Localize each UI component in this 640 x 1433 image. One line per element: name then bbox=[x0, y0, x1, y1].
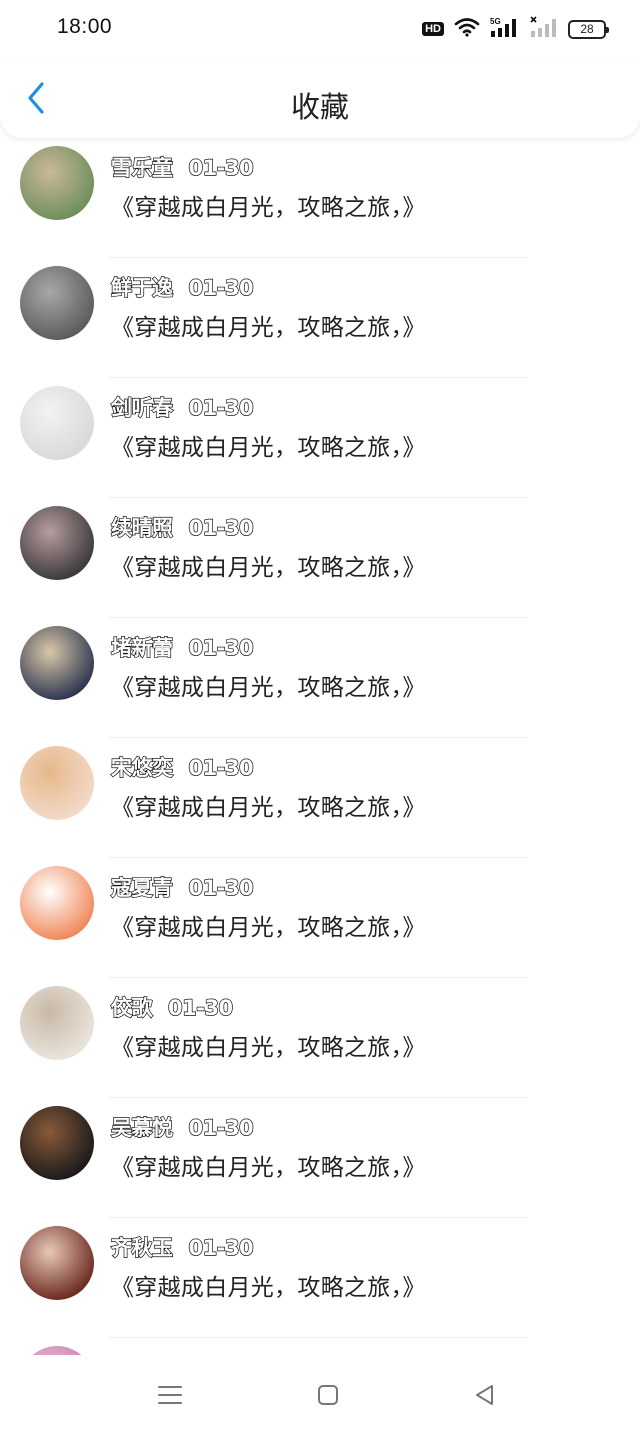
user-name: 佼歌 bbox=[110, 995, 153, 1020]
favorites-screen: 18:00 HD 5G 28 收藏 雪乐童 01-30 《穿越成白月光，攻略之旅… bbox=[0, 0, 640, 1433]
favorite-title: 《穿越成白月光，攻略之旅，》 bbox=[111, 1275, 426, 1301]
status-time: 18:00 bbox=[57, 15, 113, 38]
avatar[interactable] bbox=[20, 626, 94, 700]
status-bar: 18:00 HD 5G 28 bbox=[0, 0, 640, 58]
avatar[interactable] bbox=[20, 1226, 94, 1300]
favorite-item[interactable]: 吴慕悦 01-30 《穿越成白月光，攻略之旅，》 bbox=[0, 1098, 640, 1218]
avatar[interactable] bbox=[20, 746, 94, 820]
home-square-icon bbox=[318, 1385, 338, 1405]
favorite-title: 《穿越成白月光，攻略之旅，》 bbox=[111, 195, 426, 221]
avatar[interactable] bbox=[20, 386, 94, 460]
avatar[interactable] bbox=[20, 506, 94, 580]
favorite-item[interactable]: 剑听春 01-30 《穿越成白月光，攻略之旅，》 bbox=[0, 378, 640, 498]
favorite-date: 01-30 bbox=[188, 755, 255, 780]
favorite-date: 01-30 bbox=[188, 515, 255, 540]
avatar[interactable] bbox=[20, 1346, 94, 1355]
favorite-item[interactable]: 齐秋玉 01-30 《穿越成白月光，攻略之旅，》 bbox=[0, 1218, 640, 1338]
name-line: 佼歌 01-30 bbox=[110, 992, 234, 1022]
name-line: 寇夏青 01-30 bbox=[110, 872, 255, 902]
name-line: 鲜于逸 01-30 bbox=[110, 272, 255, 302]
favorite-date: 01-30 bbox=[188, 875, 255, 900]
favorite-item[interactable]: 续晴照 01-30 《穿越成白月光，攻略之旅，》 bbox=[0, 498, 640, 618]
favorite-title: 《穿越成白月光，攻略之旅，》 bbox=[111, 795, 426, 821]
avatar[interactable] bbox=[20, 866, 94, 940]
favorite-date: 01-30 bbox=[188, 1115, 255, 1140]
favorite-item[interactable]: 宋悠奕 01-30 《穿越成白月光，攻略之旅，》 bbox=[0, 738, 640, 858]
user-name: 寇夏青 bbox=[110, 875, 173, 900]
name-line: 续晴照 01-30 bbox=[110, 512, 255, 542]
menu-icon bbox=[158, 1386, 182, 1404]
home-button[interactable] bbox=[310, 1379, 346, 1411]
favorite-title: 《穿越成白月光，攻略之旅，》 bbox=[111, 675, 426, 701]
favorite-item[interactable]: 佼歌 01-30 《穿越成白月光，攻略之旅，》 bbox=[0, 978, 640, 1098]
name-line: 齐秋玉 01-30 bbox=[110, 1232, 255, 1262]
status-icons: HD 5G 28 bbox=[422, 16, 609, 42]
favorite-title: 《穿越成白月光，攻略之旅，》 bbox=[111, 1155, 426, 1181]
favorite-date: 01-30 bbox=[188, 635, 255, 660]
battery-icon: 28 bbox=[568, 19, 609, 39]
back-triangle-icon bbox=[476, 1385, 493, 1405]
user-name: 剑听春 bbox=[110, 395, 173, 420]
favorite-date: 01-30 bbox=[188, 155, 255, 180]
avatar[interactable] bbox=[20, 146, 94, 220]
hd-icon: HD bbox=[422, 22, 444, 36]
wifi-icon bbox=[454, 17, 480, 41]
user-name: 吴慕悦 bbox=[110, 1115, 173, 1140]
user-name: 雪乐童 bbox=[110, 155, 173, 180]
user-name: 宋悠奕 bbox=[110, 755, 173, 780]
favorite-item[interactable]: 雪乐童 01-30 《穿越成白月光，攻略之旅，》 bbox=[0, 138, 640, 258]
favorite-title: 《穿越成白月光，攻略之旅，》 bbox=[111, 915, 426, 941]
name-line: 堵新蕾 01-30 bbox=[110, 632, 255, 662]
user-name: 续晴照 bbox=[110, 515, 173, 540]
favorite-title: 《穿越成白月光，攻略之旅，》 bbox=[111, 1035, 426, 1061]
favorite-date: 01-30 bbox=[167, 995, 234, 1020]
name-line: 剑听春 01-30 bbox=[110, 392, 255, 422]
network-label: 5G bbox=[490, 17, 501, 26]
signal-5g-icon: 5G bbox=[490, 16, 520, 42]
favorite-item[interactable]: 鲜于逸 01-30 《穿越成白月光，攻略之旅，》 bbox=[0, 258, 640, 378]
name-line: 吴慕悦 01-30 bbox=[110, 1112, 255, 1142]
avatar[interactable] bbox=[20, 266, 94, 340]
favorite-title: 《穿越成白月光，攻略之旅，》 bbox=[111, 315, 426, 341]
system-nav-bar bbox=[0, 1355, 640, 1433]
signal-icon bbox=[530, 16, 558, 42]
back-nav-button[interactable] bbox=[467, 1379, 503, 1411]
menu-button[interactable] bbox=[152, 1379, 188, 1411]
user-name: 鲜于逸 bbox=[110, 275, 173, 300]
name-line: 宋悠奕 01-30 bbox=[110, 752, 255, 782]
favorite-item[interactable]: 寇夏青 01-30 《穿越成白月光，攻略之旅，》 bbox=[0, 858, 640, 978]
favorite-item[interactable] bbox=[0, 1338, 640, 1355]
name-line: 雪乐童 01-30 bbox=[110, 152, 255, 182]
page-title: 收藏 bbox=[290, 90, 349, 124]
favorites-list: 雪乐童 01-30 《穿越成白月光，攻略之旅，》 鲜于逸 01-30 《穿越成白月光，攻略… bbox=[0, 138, 640, 1355]
user-name: 齐秋玉 bbox=[110, 1235, 173, 1260]
avatar[interactable] bbox=[20, 986, 94, 1060]
favorite-item[interactable]: 堵新蕾 01-30 《穿越成白月光，攻略之旅，》 bbox=[0, 618, 640, 738]
top-bar: 收藏 bbox=[0, 58, 640, 138]
favorite-date: 01-30 bbox=[188, 395, 255, 420]
favorite-title: 《穿越成白月光，攻略之旅，》 bbox=[111, 435, 426, 461]
favorite-date: 01-30 bbox=[188, 1235, 255, 1260]
avatar[interactable] bbox=[20, 1106, 94, 1180]
user-name: 堵新蕾 bbox=[110, 635, 173, 660]
favorite-title: 《穿越成白月光，攻略之旅，》 bbox=[111, 555, 426, 581]
favorite-date: 01-30 bbox=[188, 275, 255, 300]
